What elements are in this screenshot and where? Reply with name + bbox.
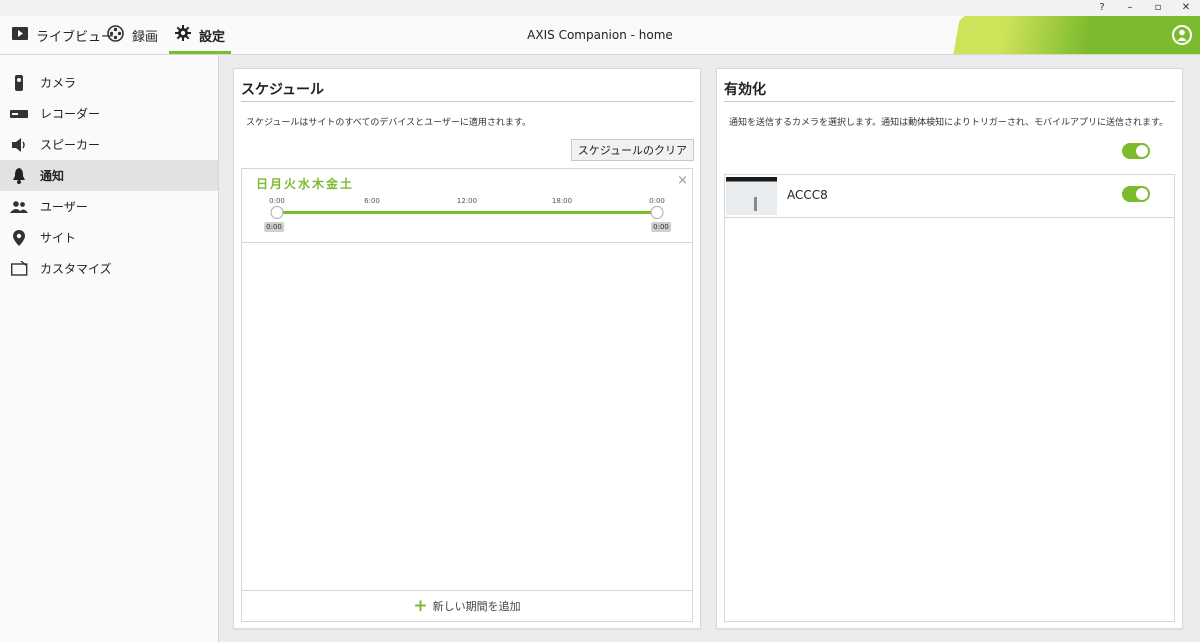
range-end-value: 0:00: [651, 222, 671, 232]
time-tick: 18:00: [551, 197, 573, 205]
sidebar-item-customize[interactable]: カスタマイズ: [0, 253, 218, 284]
sidebar-item-label: レコーダー: [40, 107, 101, 121]
restore-button[interactable]: ▫: [1144, 0, 1172, 16]
schedule-list: 日月火水木金土 × 0:00 6:00 12:00 18:00 0:00 0:0…: [241, 168, 693, 622]
schedule-description: スケジュールはサイトのすべてのデバイスとユーザーに適用されます。: [246, 118, 532, 128]
camera-name: ACCC8: [787, 188, 827, 202]
enable-title: 有効化: [724, 82, 766, 98]
play-icon: [12, 26, 28, 44]
enable-description: 通知を送信するカメラを選択します。通知は動体検知によりトリガーされ、モバイルアプ…: [729, 118, 1169, 128]
add-period-button[interactable]: + 新しい期間を追加: [242, 590, 692, 621]
divider: [724, 101, 1175, 102]
recorder-icon: [10, 105, 28, 123]
tab-liveview[interactable]: ライブビュー: [12, 16, 114, 54]
camera-thumbnail: [726, 177, 777, 215]
minimize-button[interactable]: –: [1116, 0, 1144, 16]
users-icon: [10, 198, 28, 216]
camera-notification-toggle[interactable]: [1122, 186, 1150, 202]
range-end-handle[interactable]: [650, 206, 664, 219]
schedule-panel: スケジュール スケジュールはサイトのすべてのデバイスとユーザーに適用されます。 …: [233, 68, 701, 629]
help-button[interactable]: ?: [1088, 0, 1116, 16]
sidebar-item-label: サイト: [40, 231, 77, 245]
close-icon[interactable]: ×: [677, 173, 688, 188]
plus-icon: +: [413, 595, 428, 616]
tab-liveview-label: ライブビュー: [36, 29, 115, 45]
schedule-period[interactable]: 日月火水木金土 × 0:00 6:00 12:00 18:00 0:00 0:0…: [242, 169, 692, 243]
sidebar-item-camera[interactable]: カメラ: [0, 67, 218, 98]
tab-settings[interactable]: 設定: [169, 16, 232, 54]
sidebar-item-speaker[interactable]: スピーカー: [0, 129, 218, 160]
sidebar-item-notifications[interactable]: 通知: [0, 160, 218, 191]
sidebar-item-site[interactable]: サイト: [0, 222, 218, 253]
user-account-button[interactable]: [1172, 25, 1192, 45]
gear-icon: [175, 25, 191, 45]
add-period-label: 新しい期間を追加: [432, 600, 521, 613]
sidebar: カメラ レコーダー スピーカー 通知 ユーザー サイト カスタマイズ: [0, 55, 219, 642]
top-nav: ライブビュー 録画 設定 AXIS Companion - home: [0, 16, 1200, 55]
sidebar-item-label: スピーカー: [40, 138, 101, 152]
speaker-icon: [10, 136, 28, 154]
sidebar-item-label: カスタマイズ: [40, 262, 112, 276]
schedule-days[interactable]: 日月火水木金土: [256, 175, 354, 192]
time-tick: 6:00: [364, 197, 380, 205]
sidebar-item-recorder[interactable]: レコーダー: [0, 98, 218, 129]
clear-schedule-button[interactable]: スケジュールのクリア: [570, 139, 694, 161]
divider: [241, 101, 693, 102]
tab-recordings-label: 録画: [132, 29, 159, 45]
time-tick: 0:00: [269, 197, 285, 205]
sidebar-item-label: ユーザー: [40, 200, 88, 214]
schedule-title: スケジュール: [241, 82, 325, 98]
master-notification-toggle[interactable]: [1122, 143, 1150, 159]
camera-list: ACCC8: [724, 174, 1175, 622]
film-reel-icon: [107, 24, 124, 46]
location-pin-icon: [10, 229, 28, 247]
time-tick: 12:00: [456, 197, 478, 205]
bell-icon: [10, 167, 28, 185]
brand-band: [920, 16, 1200, 54]
tab-settings-label: 設定: [199, 29, 226, 45]
close-button[interactable]: ✕: [1172, 0, 1200, 16]
range-start-value: 0:00: [264, 222, 284, 232]
user-icon: [1177, 26, 1187, 45]
range-start-handle[interactable]: [270, 206, 284, 219]
time-tick: 0:00: [649, 197, 665, 205]
tab-recordings[interactable]: 録画: [107, 16, 158, 54]
list-item: ACCC8: [725, 175, 1174, 218]
customize-icon: [10, 260, 28, 278]
enable-panel: 有効化 通知を送信するカメラを選択します。通知は動体検知によりトリガーされ、モバ…: [716, 68, 1183, 629]
sidebar-item-users[interactable]: ユーザー: [0, 191, 218, 222]
sidebar-item-label: 通知: [40, 169, 65, 183]
time-range-track[interactable]: [277, 211, 657, 214]
camera-icon: [10, 74, 28, 92]
title-bar: ? – ▫ ✕: [0, 0, 1200, 16]
sidebar-item-label: カメラ: [40, 76, 77, 90]
